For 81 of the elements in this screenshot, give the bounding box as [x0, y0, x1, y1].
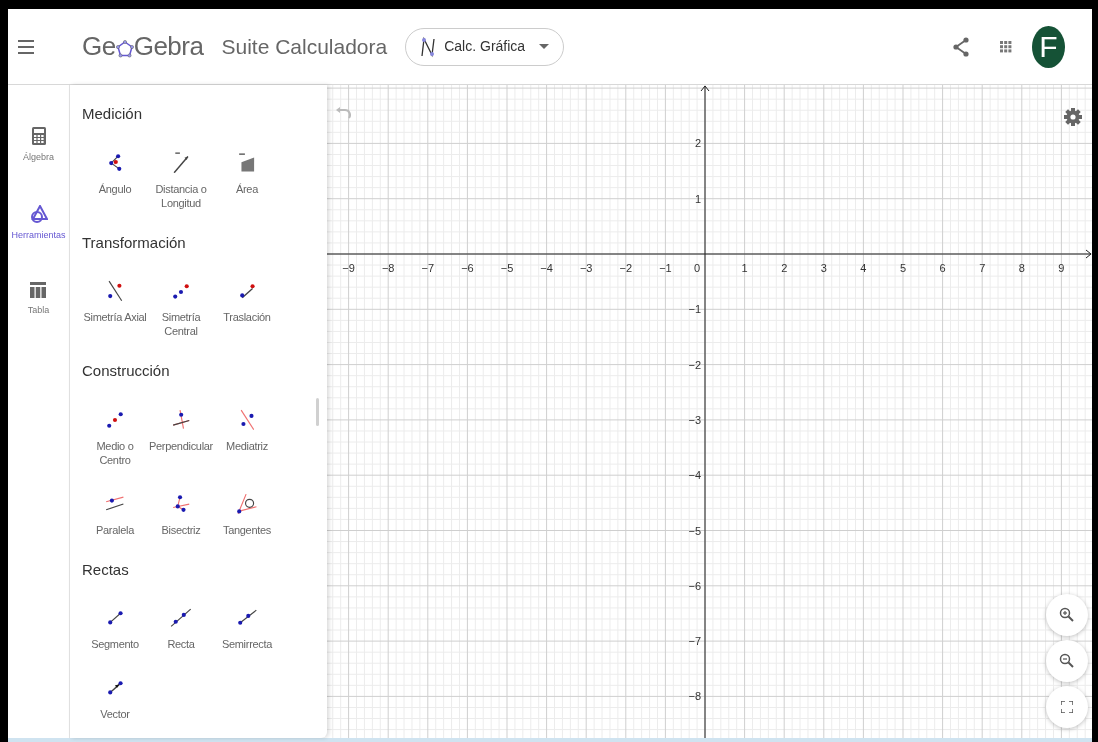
tool-button[interactable]: Perpendicular: [148, 404, 214, 467]
pentagon-icon: [115, 39, 134, 58]
calculator-icon: [31, 127, 46, 145]
point-reflection-icon: [172, 282, 190, 300]
share-icon[interactable]: [952, 36, 970, 57]
angle-icon: [107, 152, 123, 173]
parallel-icon: [105, 496, 125, 511]
tool-button[interactable]: Paralela: [82, 488, 148, 537]
axis-label: −3: [688, 413, 701, 426]
caret-icon: [539, 43, 550, 50]
tool-button[interactable]: Área: [214, 147, 280, 210]
line-icon: [170, 608, 192, 628]
axis-label: 9: [1058, 262, 1065, 274]
tool-button[interactable]: Traslación: [214, 276, 280, 338]
avatar[interactable]: F: [1032, 25, 1065, 68]
axis-label: −2: [688, 358, 701, 371]
reflection-icon: [107, 280, 123, 302]
app-title: Suite Calculadora: [221, 33, 388, 60]
scrollbar[interactable]: [316, 398, 319, 426]
vector-icon: [106, 680, 124, 696]
axis-label: −2: [619, 262, 633, 274]
angle-bisector-icon: [171, 493, 191, 514]
settings-icon[interactable]: [1064, 108, 1082, 126]
tool-button[interactable]: Ángulo: [82, 147, 148, 210]
axis-label: −7: [421, 262, 435, 274]
section-title: Transformación: [82, 232, 187, 253]
axis-label: −4: [688, 469, 701, 482]
tool-button[interactable]: Bisectriz: [148, 488, 214, 537]
translation-icon: [238, 283, 256, 299]
axis-label: 3: [820, 262, 827, 274]
tool-button[interactable]: Tangentes: [214, 488, 280, 537]
axis-label: 6: [939, 262, 946, 274]
section-title: Construcción: [82, 361, 171, 381]
axis-label: 2: [781, 262, 788, 274]
axis-label: −6: [688, 579, 701, 592]
axis-label: 1: [741, 262, 748, 274]
axis-label: −1: [688, 303, 701, 316]
axis-label: −8: [381, 262, 395, 274]
segment-icon: [106, 610, 124, 626]
rail-tab[interactable]: Tabla: [27, 282, 50, 318]
axis-label: −7: [688, 635, 701, 648]
section-title: Rectas: [82, 559, 130, 580]
axis-label: −4: [540, 262, 553, 274]
ruler-line-icon: [172, 151, 190, 174]
tool-button[interactable]: Segmento: [82, 603, 148, 651]
axis-label: −6: [461, 262, 474, 274]
tool-button[interactable]: Vector: [82, 673, 148, 721]
axis-label: 5: [899, 262, 907, 274]
bisector-icon: [239, 408, 255, 431]
axis-label: −8: [688, 690, 701, 703]
tangent-icon: [236, 492, 258, 515]
axis-label: 4: [860, 262, 867, 274]
perpendicular-icon: [171, 409, 191, 430]
axis-label: −1: [659, 262, 672, 274]
section-title: Medición: [82, 104, 144, 124]
axis-label: 7: [979, 262, 986, 274]
tool-button[interactable]: Simetría Central: [148, 276, 214, 338]
axis-label: 1: [694, 192, 701, 205]
area-icon: [238, 152, 256, 173]
tool-button[interactable]: Medio o Centro: [82, 404, 148, 467]
axis-label: −5: [500, 262, 514, 274]
ray-icon: [236, 609, 258, 627]
function-graph-icon: [420, 35, 437, 58]
tool-button[interactable]: Recta: [148, 603, 214, 651]
midpoint-icon: [106, 410, 124, 429]
logo-text: Ge: [82, 30, 116, 63]
axis-label: 8: [1018, 262, 1025, 274]
tool-button[interactable]: Semirrecta: [214, 603, 280, 651]
tool-button[interactable]: Mediatriz: [214, 404, 280, 467]
rail-tab[interactable]: Herramientas: [11, 204, 66, 242]
axis-label: −9: [342, 262, 355, 274]
table-icon: [30, 282, 47, 298]
apps-grid-icon[interactable]: [1000, 40, 1012, 53]
logo-text: Gebra: [133, 30, 204, 63]
tool-button[interactable]: Distancia o Longitud: [148, 147, 214, 210]
tool-button[interactable]: Simetría Axial: [82, 276, 148, 338]
axis-label: 2: [694, 137, 701, 150]
axis-label: 0: [693, 262, 701, 274]
rail-tab[interactable]: Álgebra: [23, 127, 54, 165]
axis-label: −5: [688, 524, 701, 537]
axis-label: −3: [579, 262, 593, 274]
